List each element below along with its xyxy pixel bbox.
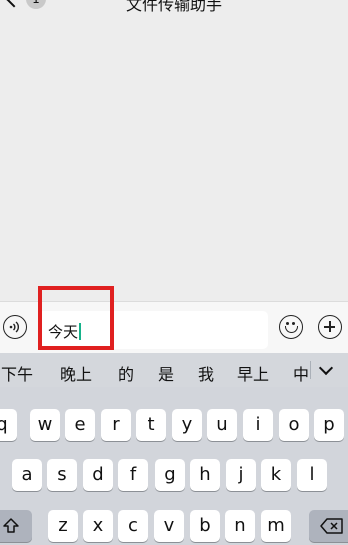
candidate-item[interactable]: 下午 <box>1 361 33 385</box>
candidate-item[interactable]: 晚上 <box>60 361 92 385</box>
keyboard: 下午 晚上 的 是 我 早上 中 q w e r t y u i o p a s… <box>0 353 348 545</box>
candidate-item[interactable]: 的 <box>118 361 134 385</box>
shift-icon <box>3 518 19 533</box>
key[interactable]: r <box>101 409 131 441</box>
key[interactable]: c <box>118 510 148 542</box>
more-functions-button[interactable] <box>318 315 342 339</box>
chevron-down-icon[interactable] <box>318 360 334 376</box>
key[interactable]: z <box>48 510 78 542</box>
key[interactable]: p <box>314 409 344 441</box>
key[interactable]: s <box>47 459 77 491</box>
key[interactable]: b <box>190 510 220 542</box>
candidate-item[interactable]: 早上 <box>237 361 269 385</box>
key[interactable]: g <box>155 459 185 491</box>
input-bar: 今天 <box>0 301 348 354</box>
voice-icon <box>9 321 20 333</box>
message-input-value: 今天 <box>48 323 79 341</box>
chat-header: 1 文件传输助手 ··· <box>0 0 348 16</box>
key[interactable]: j <box>226 459 256 491</box>
message-area[interactable] <box>0 16 348 301</box>
emoji-button[interactable] <box>279 315 303 339</box>
text-cursor <box>79 323 81 340</box>
key[interactable]: i <box>243 409 273 441</box>
message-input-value-wrap: 今天 <box>48 321 81 342</box>
key[interactable]: d <box>83 459 113 491</box>
shift-key[interactable] <box>0 510 32 542</box>
key[interactable]: w <box>30 409 60 441</box>
key[interactable]: l <box>297 459 327 491</box>
key[interactable]: a <box>12 459 42 491</box>
key[interactable]: x <box>83 510 113 542</box>
key[interactable]: e <box>65 409 95 441</box>
key[interactable]: f <box>118 459 148 491</box>
key[interactable]: m <box>261 510 291 542</box>
key[interactable]: n <box>225 510 255 542</box>
key[interactable]: k <box>261 459 291 491</box>
key[interactable]: o <box>279 409 309 441</box>
backspace-icon <box>320 518 343 534</box>
key[interactable]: v <box>154 510 184 542</box>
candidate-item[interactable]: 中 <box>293 361 309 385</box>
candidate-bar: 下午 晚上 的 是 我 早上 中 <box>0 353 348 387</box>
candidate-item[interactable]: 是 <box>158 361 174 385</box>
key[interactable]: q <box>0 409 17 441</box>
candidate-item[interactable]: 我 <box>198 361 214 385</box>
candidate-divider <box>310 361 311 379</box>
message-input[interactable]: 今天 <box>38 311 268 349</box>
key[interactable]: t <box>136 409 166 441</box>
key[interactable]: y <box>172 409 202 441</box>
key[interactable]: h <box>190 459 220 491</box>
chat-title: 文件传输助手 <box>125 0 222 14</box>
voice-button[interactable] <box>3 315 27 339</box>
delete-key[interactable] <box>309 510 348 542</box>
more-button[interactable]: ··· <box>313 0 336 9</box>
key[interactable]: u <box>207 409 237 441</box>
